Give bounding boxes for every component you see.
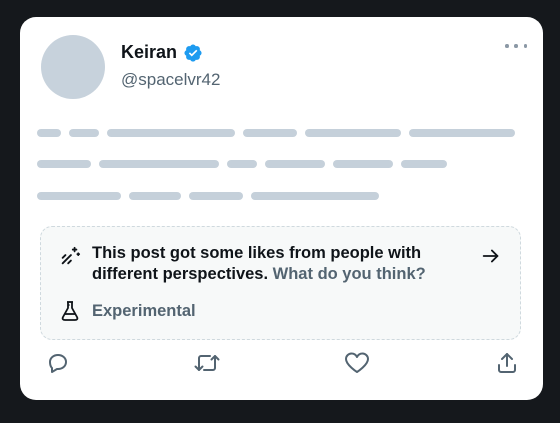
text-placeholder-bar	[129, 192, 181, 200]
action-bar	[20, 349, 543, 379]
experimental-label: Experimental	[92, 302, 196, 320]
post-card: Keiran @spacelvr42 This post got some li…	[20, 17, 543, 400]
text-placeholder-bar	[69, 129, 99, 137]
flask-icon	[60, 300, 80, 322]
text-placeholder-bar	[305, 129, 401, 137]
more-options-icon[interactable]	[505, 39, 527, 53]
share-icon[interactable]	[493, 349, 521, 377]
verified-badge-icon	[183, 43, 203, 63]
text-placeholder-bar	[189, 192, 243, 200]
text-placeholder-bar	[37, 160, 91, 168]
author-name-row[interactable]: Keiran	[121, 42, 203, 63]
community-prompt[interactable]: This post got some likes from people wit…	[40, 226, 521, 340]
avatar[interactable]	[41, 35, 105, 99]
heart-icon[interactable]	[343, 349, 371, 377]
text-placeholder-bar	[251, 192, 379, 200]
text-placeholder-bar	[107, 129, 235, 137]
repost-icon[interactable]	[193, 349, 221, 377]
prompt-question-link[interactable]: What do you think?	[273, 265, 426, 283]
reply-icon[interactable]	[44, 349, 72, 377]
text-placeholder-bar	[265, 160, 325, 168]
author-display-name[interactable]: Keiran	[121, 42, 177, 63]
text-placeholder-bar	[333, 160, 393, 168]
text-placeholder-bar	[99, 160, 219, 168]
text-placeholder-bar	[37, 129, 61, 137]
prompt-message: This post got some likes from people wit…	[92, 243, 472, 285]
author-handle[interactable]: @spacelvr42	[121, 70, 220, 90]
text-placeholder-bar	[401, 160, 447, 168]
text-placeholder-bar	[409, 129, 515, 137]
text-placeholder-bar	[37, 192, 121, 200]
text-placeholder-bar	[227, 160, 257, 168]
arrow-right-icon[interactable]	[480, 245, 502, 267]
text-placeholder-bar	[243, 129, 297, 137]
sparkle-icon	[59, 245, 81, 267]
